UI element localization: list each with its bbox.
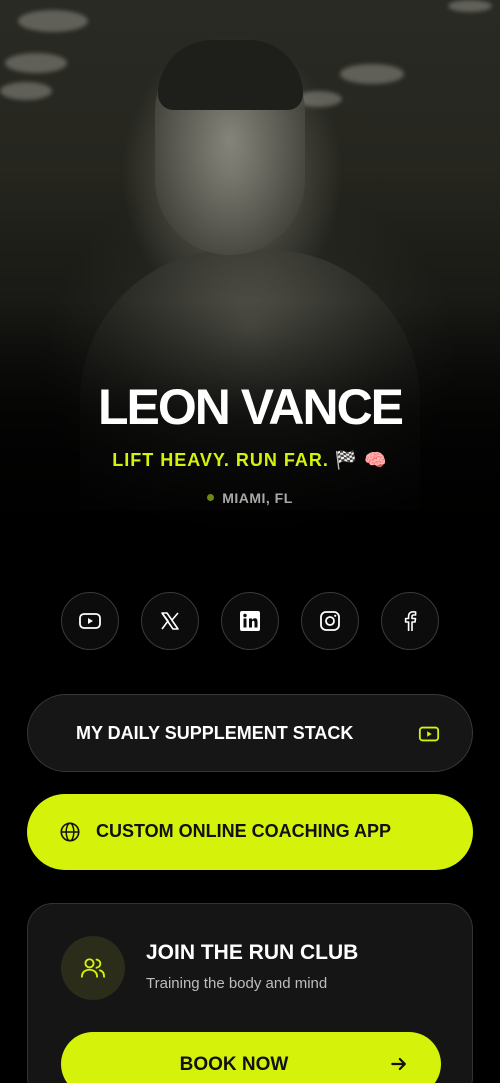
ceiling-light — [0, 82, 52, 100]
linkedin-icon — [240, 611, 260, 631]
globe-icon — [60, 822, 80, 842]
profile-location: MIAMI, FL — [0, 490, 500, 506]
portrait-hair — [158, 40, 303, 110]
social-youtube-button[interactable] — [61, 592, 119, 650]
hero-photo — [0, 0, 500, 560]
book-now-label: BOOK NOW — [179, 1054, 289, 1075]
social-links — [61, 592, 441, 652]
social-linkedin-button[interactable] — [221, 592, 279, 650]
social-facebook-button[interactable] — [381, 592, 439, 650]
supplement-stack-label: MY DAILY SUPPLEMENT STACK — [76, 723, 354, 743]
run-club-subtitle: Training the body and mind — [146, 975, 328, 992]
youtube-icon — [418, 726, 440, 742]
profile-name: LEON VANCE — [97, 379, 404, 435]
location-dot-icon — [207, 494, 215, 501]
youtube-icon — [79, 613, 101, 629]
arrow-right-icon — [391, 1057, 406, 1071]
profile-tagline: LIFT HEAVY. RUN FAR. 🏁 🧠 — [112, 450, 388, 470]
users-icon — [80, 958, 106, 978]
coaching-app-label: CUSTOM ONLINE COACHING APP — [96, 821, 392, 841]
book-now-button[interactable]: BOOK NOW — [61, 1032, 441, 1083]
social-instagram-button[interactable] — [301, 592, 359, 650]
supplement-stack-link[interactable]: MY DAILY SUPPLEMENT STACK — [27, 694, 473, 772]
run-club-title: JOIN THE RUN CLUB — [146, 941, 359, 964]
x-icon — [161, 612, 179, 630]
ceiling-light — [5, 53, 67, 73]
ceiling-light — [448, 0, 492, 12]
location-text: MIAMI, FL — [222, 490, 293, 506]
ceiling-light — [340, 64, 404, 84]
facebook-icon — [404, 611, 417, 631]
ceiling-light — [18, 10, 88, 32]
social-x-button[interactable] — [141, 592, 199, 650]
instagram-icon — [320, 611, 340, 631]
run-club-card: JOIN THE RUN CLUB Training the body and … — [27, 903, 473, 1083]
run-club-icon-badge — [61, 936, 125, 1000]
coaching-app-link[interactable]: CUSTOM ONLINE COACHING APP — [27, 794, 473, 870]
